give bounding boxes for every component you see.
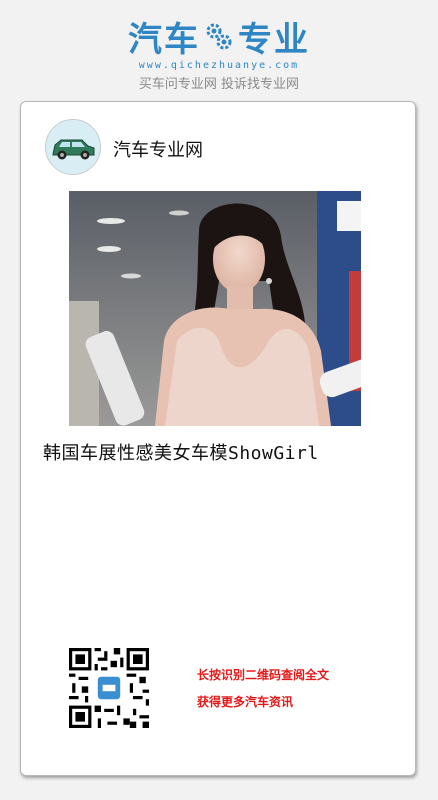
qr-line-1: 长按识别二维码查阅全文 [197, 668, 330, 682]
avatar [45, 119, 101, 175]
brand-name-part2: 专业 [238, 19, 310, 60]
brand-url: www.qichezhuanye.com [138, 60, 300, 71]
site-name: 汽车专业网 [113, 140, 203, 161]
share-card: 汽车专业网 韩国车展性感美女车模ShowGirl 长按识别二维码查阅全文 获得更… [20, 101, 416, 776]
brand-slogan: 买车问专业网 投诉找专业网 [138, 77, 300, 92]
qr-line-2: 获得更多汽车资讯 [197, 695, 294, 709]
brand-header: 汽车 专业 www.qichezhuanye.com 买车问专业网 投诉找专业网 [0, 14, 438, 93]
brand-logo: 汽车 专业 [0, 14, 438, 60]
gear-icon [206, 23, 232, 50]
photo-image [69, 191, 361, 426]
qr-instructions: 长按识别二维码查阅全文 获得更多汽车资讯 [197, 662, 329, 716]
car-icon [46, 120, 100, 174]
article-photo[interactable] [69, 191, 361, 426]
article-title[interactable]: 韩国车展性感美女车模ShowGirl [43, 439, 339, 469]
qr-code-icon[interactable] [69, 648, 149, 728]
brand-name-part1: 汽车 [128, 19, 200, 60]
